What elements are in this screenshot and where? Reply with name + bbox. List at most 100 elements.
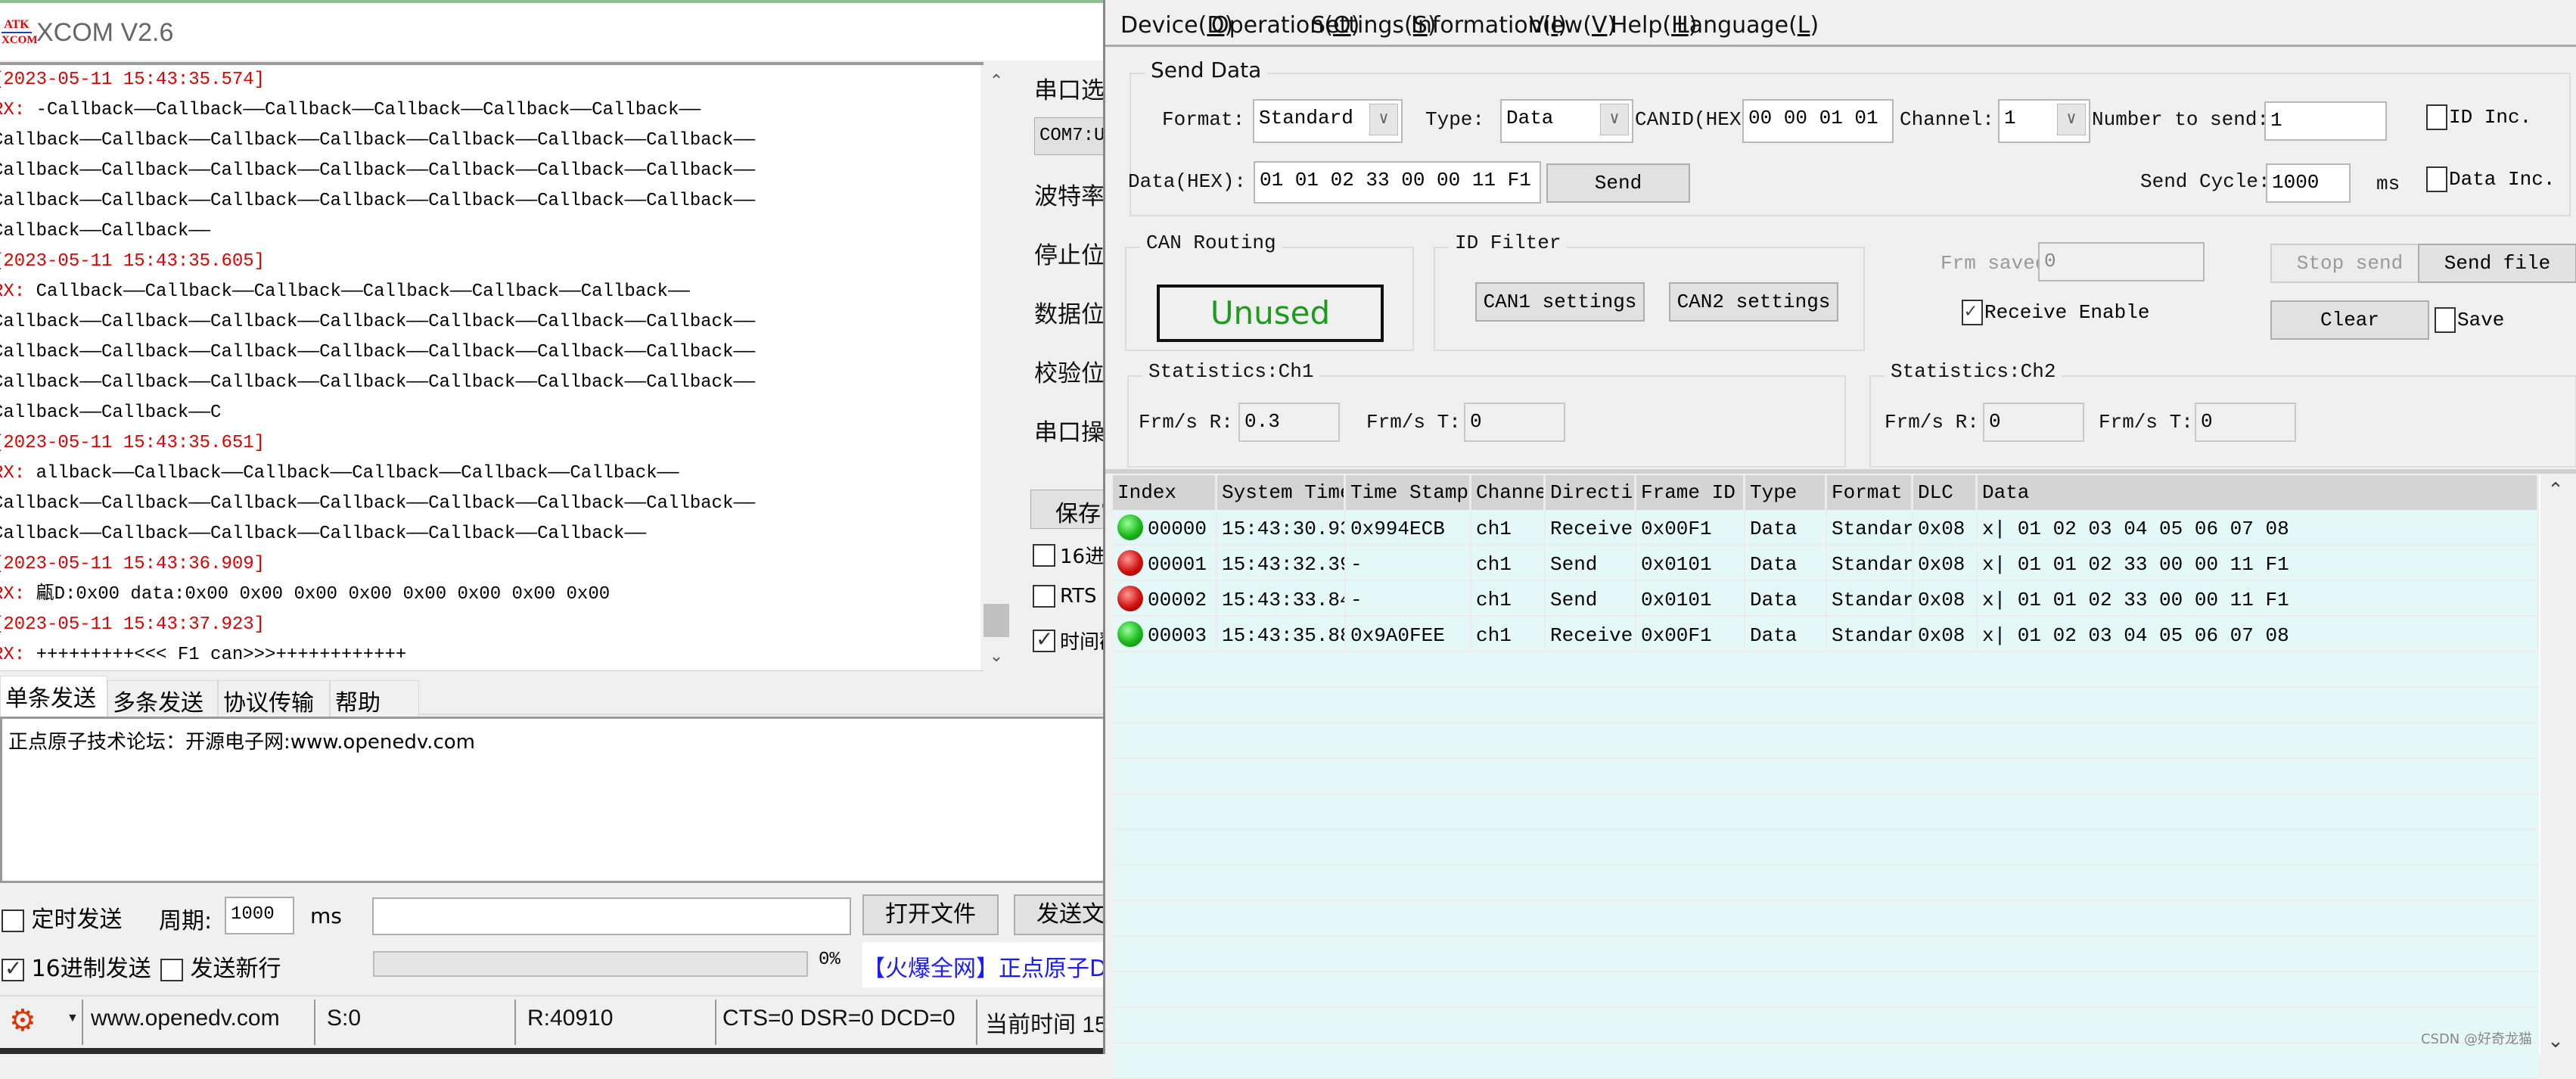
website-link[interactable]: www.openedv.com (91, 1006, 280, 1031)
checkbox-box[interactable] (1033, 584, 1055, 608)
dropdown-arrow-icon[interactable]: ▼ (67, 1012, 79, 1025)
save-window-button[interactable]: 保存窗口 (1030, 490, 1106, 529)
hex-send-checkbox[interactable]: 16进制发送 (2, 950, 151, 983)
port-select[interactable]: COM7:USB (1034, 117, 1110, 155)
receive-line: Callback——Callback—— (0, 216, 983, 247)
scroll-up-icon[interactable]: ⌃ (980, 71, 1012, 91)
channel-select[interactable]: 1 ∨ (1998, 99, 2090, 143)
routing-state-button[interactable]: Unused (1157, 285, 1384, 342)
checkbox-box[interactable] (2426, 166, 2447, 192)
chevron-down-icon[interactable]: ∨ (1600, 104, 1629, 135)
divider (976, 1000, 977, 1045)
tab-multi-send[interactable]: 多条发送 (107, 680, 218, 717)
cell-frame-id: 0x00F1 (1636, 510, 1745, 546)
ch2-frm-r-value: 0 (1983, 403, 2084, 442)
data-inc-checkbox[interactable]: Data Inc. (2426, 166, 2555, 192)
cell-text: 0x0101 (1641, 553, 1712, 576)
receive-enable-checkbox[interactable]: Receive Enable (1962, 300, 2149, 325)
format-select[interactable]: Standard ∨ (1253, 99, 1403, 143)
table-row (1113, 794, 2539, 830)
file-path-input[interactable] (372, 897, 851, 935)
send-newline-checkbox[interactable]: 发送新行 (160, 950, 281, 983)
column-header-dlc[interactable]: DLC (1913, 475, 1978, 510)
cell-data: x| 01 02 03 04 05 06 07 08 (1978, 510, 2539, 546)
save-checkbox[interactable]: Save (2435, 307, 2504, 333)
chevron-down-icon[interactable]: ∨ (1369, 104, 1398, 135)
checkbox-box[interactable] (2, 909, 24, 932)
stop-send-button[interactable]: Stop send (2270, 244, 2429, 283)
rx-text: Callback——Callback——Callback——Callback——… (0, 191, 756, 211)
tab-help[interactable]: 帮助 (330, 680, 419, 717)
checkbox-box[interactable] (1033, 627, 1055, 652)
column-header-frame-id[interactable]: Frame ID (1636, 475, 1745, 510)
checkbox-box[interactable] (2435, 307, 2456, 333)
tab-protocol-transfer[interactable]: 协议传输 (218, 680, 330, 717)
cell-frame-id: 0x0101 (1636, 546, 1745, 581)
send-textarea[interactable]: 正点原子技术论坛：开源电子网:www.openedv.com (0, 717, 1103, 883)
cell-text: 0x994ECB (1350, 518, 1445, 540)
column-header-time-stamp[interactable]: Time Stamp (1346, 475, 1471, 510)
checkbox-box[interactable] (2, 956, 24, 981)
column-header-type[interactable]: Type (1745, 475, 1827, 510)
clear-button[interactable]: Clear (2270, 300, 2429, 340)
cell-text: x| 01 02 03 04 05 06 07 08 (1982, 624, 2289, 647)
rx-prefix: RX: (0, 645, 26, 665)
scroll-down-icon[interactable]: ⌄ (2540, 1029, 2571, 1053)
gear-icon[interactable]: ⚙ (9, 1004, 36, 1037)
cell-channel: ch1 (1471, 581, 1546, 617)
column-header-index[interactable]: Index (1113, 475, 1217, 510)
checkbox-box[interactable] (1962, 300, 1983, 325)
data-hex-input[interactable]: 01 01 02 33 00 00 11 F1 (1254, 161, 1541, 204)
rts-checkbox[interactable]: RTS (1033, 584, 1097, 608)
send-cycle-input[interactable]: 1000 (2266, 163, 2351, 203)
table-row[interactable]: 00001 15:43:32.395- ch1 Send 0x0101 Data Stand… (1113, 546, 2539, 581)
rx-text: Callback——Callback——Callback——Callback——… (0, 312, 756, 332)
cell-text: 00000 (1148, 518, 1207, 540)
open-file-button[interactable]: 打开文件 (862, 894, 999, 935)
divider (1105, 469, 2576, 474)
column-header-channel[interactable]: Channel (1471, 475, 1546, 510)
send-file-button[interactable]: 发送文件 (1014, 894, 1112, 935)
rx-text: Callback——Callback——C (0, 403, 222, 423)
column-header-format[interactable]: Format (1827, 475, 1913, 510)
taskbar-strip (0, 1048, 1103, 1054)
tab-single-send[interactable]: 单条发送 (0, 676, 107, 718)
column-header-directio[interactable]: Directio (1546, 475, 1636, 510)
column-header-system-time[interactable]: System Time (1217, 475, 1346, 510)
checkbox-box[interactable] (1033, 543, 1055, 567)
menu-language[interactable]: Language(L) (1676, 12, 1819, 39)
can2-settings-button[interactable]: CAN2 settings (1669, 282, 1838, 322)
rx-text: allback——Callback——Callback——Callback——C… (36, 463, 679, 484)
rx-text: Callback——Callback—— (0, 221, 211, 241)
receive-area[interactable]: [2023-05-11 15:43:35.574] RX: -Callback——… (0, 62, 983, 671)
table-scrollbar[interactable]: ⌃ ⌄ (2539, 475, 2569, 1054)
scroll-thumb[interactable] (983, 604, 1009, 637)
receive-timestamp: [2023-05-11 15:43:35.605] (0, 247, 983, 277)
cell-text: Standar (1832, 553, 1913, 576)
scroll-up-icon[interactable]: ⌃ (2540, 478, 2571, 502)
can1-settings-button[interactable]: CAN1 settings (1475, 282, 1645, 322)
id-inc-checkbox[interactable]: ID Inc. (2426, 104, 2531, 130)
table-row[interactable]: 00000 15:43:30.936 0x994ECB ch1 Receive 0x00F… (1113, 510, 2539, 546)
timed-send-checkbox[interactable]: 定时发送 (2, 900, 123, 934)
send-file-button[interactable]: Send file (2418, 244, 2576, 283)
period-input[interactable]: 1000 (225, 897, 294, 934)
table-row[interactable]: 00002 15:43:33.846- ch1 Send 0x0101 Data Stand… (1113, 581, 2539, 617)
checkbox-box[interactable] (2426, 104, 2447, 130)
send-button[interactable]: Send (1546, 163, 1690, 203)
scroll-down-icon[interactable]: ⌄ (980, 646, 1012, 666)
checkbox-box[interactable] (160, 958, 183, 981)
menu-view[interactable]: View(V) (1529, 12, 1616, 39)
number-to-send-input[interactable]: 1 (2264, 101, 2387, 141)
chevron-down-icon[interactable]: ∨ (2057, 104, 2086, 135)
type-select[interactable]: Data ∨ (1500, 99, 1633, 143)
receive-scrollbar[interactable]: ⌃ ⌄ (980, 65, 1012, 670)
table-row[interactable]: 00003 15:43:35.886 0x9A0FEE ch1 Receive 0x00F… (1113, 617, 2539, 652)
timestamp-text: [2023-05-11 15:43:37.923] (0, 614, 266, 635)
number-to-send-label: Number to send: (2092, 108, 2270, 131)
cell-text: 00003 (1148, 624, 1207, 647)
column-header-data[interactable]: Data (1978, 475, 2539, 510)
table-row (1113, 688, 2539, 723)
ad-link[interactable]: 【火爆全网】正点原子DS100 (862, 942, 1103, 987)
canid-input[interactable]: 00 00 01 01 (1742, 99, 1894, 143)
